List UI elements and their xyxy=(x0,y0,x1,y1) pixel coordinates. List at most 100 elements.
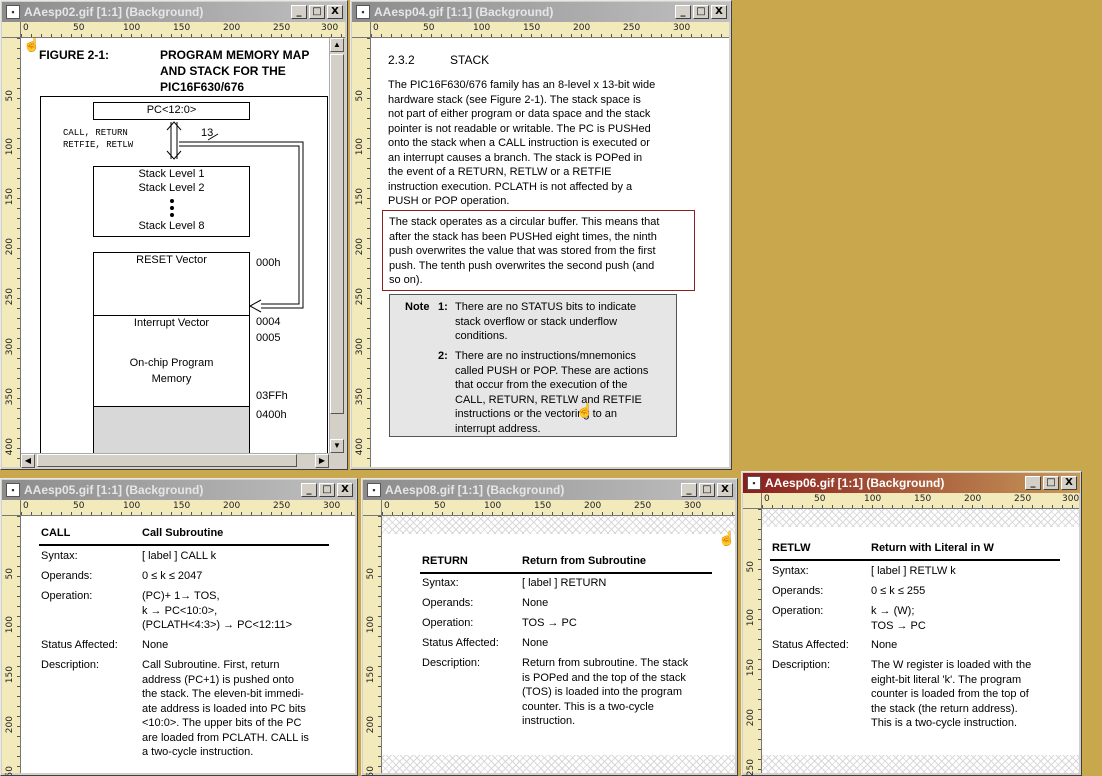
description-line: <10:0>. The upper bits of the PC xyxy=(142,717,302,729)
status-label: Status Affected: xyxy=(772,639,849,651)
ruler-label: 300 xyxy=(673,23,691,33)
transparent-area xyxy=(382,755,735,773)
note-line: stack overflow or stack underflow xyxy=(455,315,618,328)
maximize-button[interactable]: □ xyxy=(699,483,715,497)
horizontal-ruler: 0 50 100 150 200 250 300 xyxy=(21,500,355,516)
scroll-thumb[interactable] xyxy=(37,454,297,467)
close-button[interactable]: X xyxy=(1061,476,1077,490)
section-title: STACK xyxy=(450,53,490,67)
ruler-label: 0 xyxy=(373,23,379,33)
ruler-label: 200 xyxy=(584,501,602,511)
minimize-button[interactable]: _ xyxy=(291,5,307,19)
minimize-button[interactable]: _ xyxy=(675,5,691,19)
hand-cursor-icon: ☝ xyxy=(576,402,594,418)
minimize-button[interactable]: _ xyxy=(301,483,317,497)
ruler-label: 250 xyxy=(634,501,652,511)
addr-0400h: 0400h xyxy=(256,409,287,421)
ruler-label: 250 xyxy=(355,288,365,306)
window-aaesp06[interactable]: ▪ AAesp06.gif [1:1] (Background) _ □ X 0… xyxy=(741,471,1082,776)
image-doc-icon: ▪ xyxy=(6,483,20,497)
horizontal-ruler: 0 50 100 150 200 250 300 xyxy=(21,22,345,38)
note-line: conditions. xyxy=(455,330,508,342)
description-line: instruction. xyxy=(522,715,576,727)
maximize-button[interactable]: □ xyxy=(1043,476,1059,490)
minimize-button[interactable]: _ xyxy=(681,483,697,497)
minimize-button[interactable]: _ xyxy=(1025,476,1041,490)
window-title-bar[interactable]: ▪ AAesp05.gif [1:1] (Background) _ □ X xyxy=(2,480,356,500)
image-canvas[interactable]: RETURN Return from Subroutine Syntax: [ … xyxy=(382,516,735,773)
description-line: are loaded from PCLATH. CALL is xyxy=(142,731,309,744)
maximize-button[interactable]: □ xyxy=(309,5,325,19)
window-title: AAesp05.gif [1:1] (Background) xyxy=(24,483,204,497)
window-title: AAesp02.gif [1:1] (Background) xyxy=(24,5,204,19)
operation-line: (PCLATH<4:3>) → PC<12:11> xyxy=(142,619,292,631)
window-title-bar[interactable]: ▪ AAesp06.gif [1:1] (Background) _ □ X xyxy=(743,473,1080,493)
addr-03ffh: 03FFh xyxy=(256,390,288,402)
window-aaesp08[interactable]: ▪ AAesp08.gif [1:1] (Background) _ □ X 0… xyxy=(361,478,738,776)
operation-label: Operation: xyxy=(41,590,93,602)
ruler-label: 200 xyxy=(223,23,241,33)
window-aaesp05[interactable]: ▪ AAesp05.gif [1:1] (Background) _ □ X 0… xyxy=(0,478,358,776)
horizontal-scrollbar[interactable]: ◀ ▶ xyxy=(21,453,329,468)
ruler-label: 200 xyxy=(223,501,241,511)
ruler-label: 250 xyxy=(746,759,756,776)
ruler-label: 50 xyxy=(814,494,826,504)
memory-row xyxy=(93,283,250,300)
memory-row xyxy=(93,267,250,284)
mnemonic: RETURN xyxy=(422,555,468,567)
syntax-label: Syntax: xyxy=(41,550,78,562)
image-canvas[interactable]: CALL Call Subroutine Syntax: [ label ] C… xyxy=(21,516,355,773)
image-canvas[interactable]: 2.3.2 STACK The PIC16F630/676 family has… xyxy=(371,38,729,467)
syntax-label: Syntax: xyxy=(772,565,809,577)
maximize-button[interactable]: □ xyxy=(693,5,709,19)
ruler-label: 300 xyxy=(321,23,339,33)
close-button[interactable]: X xyxy=(327,5,343,19)
close-button[interactable]: X xyxy=(711,5,727,19)
window-title-bar[interactable]: ▪ AAesp02.gif [1:1] (Background) _ □ X xyxy=(2,2,346,22)
maximize-button[interactable]: □ xyxy=(319,483,335,497)
note-line: interrupt address. xyxy=(455,422,541,435)
note-line: that occur from the execution of the xyxy=(455,379,628,391)
image-canvas[interactable]: RETLW Return with Literal in W Syntax: [… xyxy=(762,509,1079,773)
image-canvas[interactable]: FIGURE 2-1: PROGRAM MEMORY MAP AND STACK… xyxy=(21,38,329,453)
ruler-label: 100 xyxy=(355,138,365,156)
ruler-label: 100 xyxy=(5,138,15,156)
description-label: Description: xyxy=(422,657,481,669)
onchip-label-1: On-chip Program xyxy=(129,357,214,369)
ruler-label: 100 xyxy=(864,494,882,504)
vertical-ruler: 50 100 150 200 250 300 350 400 xyxy=(2,38,21,467)
stack-level-2: Stack Level 2 xyxy=(93,181,250,197)
window-title-bar[interactable]: ▪ AAesp04.gif [1:1] (Background) _ □ X xyxy=(352,2,730,22)
scroll-thumb[interactable] xyxy=(330,54,344,414)
window-title-bar[interactable]: ▪ AAesp08.gif [1:1] (Background) _ □ X xyxy=(363,480,736,500)
note-line: called PUSH or POP. These are actions xyxy=(455,364,649,377)
ruler-label: 200 xyxy=(746,709,756,727)
close-button[interactable]: X xyxy=(337,483,353,497)
note-label: Note xyxy=(405,301,430,313)
instruction-heading: Return from Subroutine xyxy=(522,555,647,567)
ruler-label: 50 xyxy=(434,501,446,511)
ruler-label: 100 xyxy=(5,616,15,634)
ruler-label: 100 xyxy=(123,23,141,33)
description-line: (TOS) is loaded into the program xyxy=(522,686,682,698)
description-line: This is a two-cycle instruction. xyxy=(871,717,1018,729)
scroll-up-icon[interactable]: ▲ xyxy=(330,38,344,52)
status-label: Status Affected: xyxy=(41,639,118,651)
operands-label: Operands: xyxy=(422,597,474,609)
hand-cursor-icon: ☝ xyxy=(718,530,735,546)
interrupt-vector: Interrupt Vector xyxy=(93,315,250,331)
scroll-right-icon[interactable]: ▶ xyxy=(315,454,329,468)
description-line: ate address is loaded into PC bits xyxy=(142,702,306,715)
vertical-scrollbar[interactable]: ▲ ▼ xyxy=(329,38,345,453)
window-aaesp02[interactable]: ▪ AAesp02.gif [1:1] (Background) _ □ X 0… xyxy=(0,0,348,470)
transparent-area xyxy=(762,755,1079,773)
ruler-label: 150 xyxy=(5,666,15,684)
ruler-label: 250 xyxy=(5,288,15,306)
paragraph-line: The PIC16F630/676 family has an 8-level … xyxy=(388,79,656,91)
description-line: The W register is loaded with the xyxy=(871,659,1032,671)
close-button[interactable]: X xyxy=(717,483,733,497)
scroll-left-icon[interactable]: ◀ xyxy=(21,454,35,468)
scroll-down-icon[interactable]: ▼ xyxy=(330,439,344,453)
stack-level-1: Stack Level 1 xyxy=(93,166,250,182)
window-aaesp04[interactable]: ▪ AAesp04.gif [1:1] (Background) _ □ X 0… xyxy=(350,0,732,470)
